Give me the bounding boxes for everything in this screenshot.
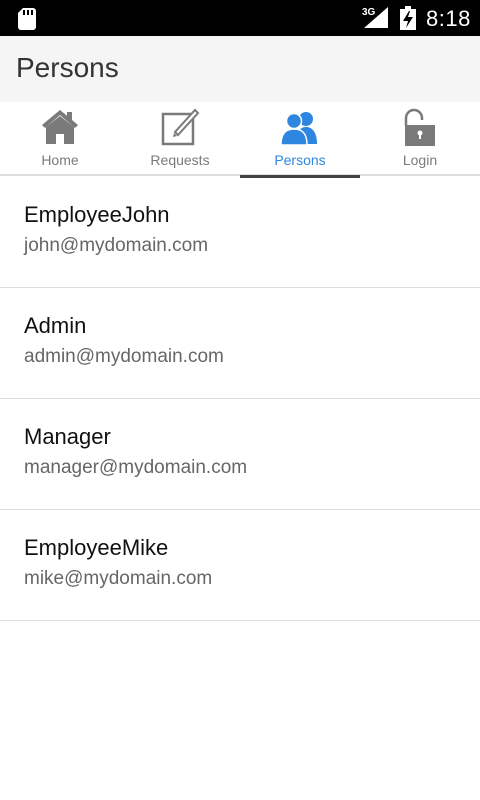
persons-list: EmployeeJohn john@mydomain.com Admin adm…: [0, 177, 480, 621]
tab-label: Persons: [274, 152, 326, 168]
list-item[interactable]: EmployeeJohn john@mydomain.com: [0, 177, 480, 288]
list-item[interactable]: Manager manager@mydomain.com: [0, 399, 480, 510]
edit-icon: [161, 108, 200, 146]
app-screen: 3G 8:18 Persons Home Requests Persons Lo…: [0, 0, 480, 800]
home-icon: [42, 110, 78, 144]
person-email: john@mydomain.com: [24, 235, 209, 256]
list-item[interactable]: EmployeeMike mike@mydomain.com: [0, 510, 480, 621]
person-email: mike@mydomain.com: [24, 568, 213, 589]
person-name: Manager: [24, 424, 111, 449]
clock: 8:18: [426, 6, 471, 31]
list-item[interactable]: Admin admin@mydomain.com: [0, 288, 480, 399]
title-bar: Persons: [0, 36, 480, 102]
tab-login[interactable]: Login: [360, 102, 480, 176]
tab-label: Login: [402, 152, 438, 168]
tab-label: Requests: [150, 152, 210, 168]
tab-home[interactable]: Home: [0, 102, 120, 176]
person-name: Admin: [24, 313, 87, 338]
person-name: EmployeeMike: [24, 535, 169, 560]
tab-requests[interactable]: Requests: [120, 102, 240, 176]
sd-card-icon: [18, 8, 36, 30]
status-bar: 3G 8:18: [0, 0, 480, 36]
page-title: Persons: [16, 52, 119, 83]
signal-icon: [364, 7, 388, 28]
tab-bar: Home Requests Persons Login: [0, 102, 480, 178]
person-email: manager@mydomain.com: [24, 457, 248, 478]
unlocked-padlock-icon: [404, 108, 435, 146]
person-email: admin@mydomain.com: [24, 346, 224, 367]
people-icon: [280, 112, 317, 146]
tab-label: Home: [41, 152, 79, 168]
tab-persons[interactable]: Persons: [240, 102, 360, 178]
person-name: EmployeeJohn: [24, 202, 170, 227]
battery-charging-icon: [400, 6, 416, 30]
